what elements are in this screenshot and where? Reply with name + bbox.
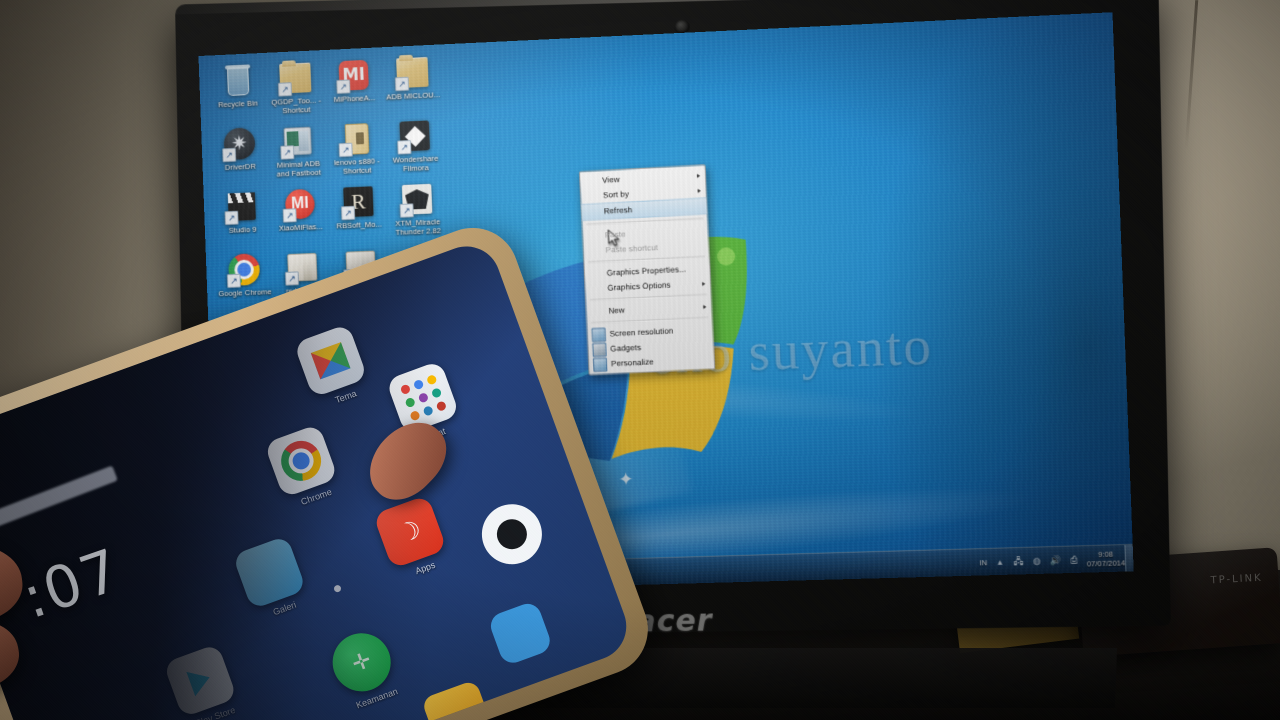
- chevron-right-icon: [697, 188, 701, 193]
- menu-item-label: Paste shortcut: [605, 243, 659, 255]
- chevron-up-icon[interactable]: ▴: [994, 556, 1006, 567]
- desktop-icon-label: DriverDR: [224, 161, 256, 172]
- shortcut-arrow-icon: ↗: [394, 76, 410, 92]
- show-desktop-button[interactable]: [1124, 544, 1134, 572]
- photo-scene: TP-LINK ✦ eko suyanto Recycle Bin ↗ QGDP…: [0, 0, 1280, 720]
- shortcut-arrow-icon: ↗: [277, 82, 293, 97]
- gear-icon: ✷ ↗: [222, 126, 256, 163]
- desktop-icon-label: QGDP_Too... - Shortcut: [271, 95, 322, 116]
- menu-item-label: Sort by: [602, 189, 630, 200]
- desktop-icon-label: Google Chrome: [218, 287, 272, 299]
- menu-item-label: Graphics Properties...: [606, 264, 687, 278]
- clock-date: 07/07/2014: [1086, 558, 1126, 569]
- desktop-icon-qgdp-tool[interactable]: ↗ QGDP_Too... - Shortcut: [267, 60, 325, 116]
- desktop-icon-label: MiPhoneA...: [333, 93, 376, 104]
- folder-icon: ↗: [277, 61, 312, 97]
- desktop-icon-label: XTM_Miracle Thunder 2.82: [395, 217, 442, 237]
- router-label: TP-LINK: [1210, 572, 1263, 587]
- menu-item-label: View: [602, 175, 621, 185]
- desktop-icon-studio-9[interactable]: ↗ Studio 9: [213, 189, 271, 244]
- chevron-right-icon: [703, 304, 707, 309]
- window-icon: ↗: [280, 124, 314, 160]
- language-indicator[interactable]: IN: [979, 558, 987, 567]
- system-tray[interactable]: IN ▴ 🖧 ◍ 🔊 ⎙ 9:08 07/07/2014: [979, 545, 1125, 575]
- menu-item-label: Paste: [604, 229, 626, 240]
- desktop-icon-label: Recycle Bin: [217, 98, 259, 110]
- shortcut-arrow-icon: ↗: [336, 79, 351, 94]
- removable-media-icon[interactable]: ⎙: [1068, 554, 1080, 565]
- personalize-icon: [592, 357, 608, 372]
- desktop-icon-label: XiaoMiFlas...: [278, 222, 323, 233]
- shortcut-arrow-icon: ↗: [226, 273, 241, 288]
- desktop-icon-google-chrome[interactable]: ↗ Google Chrome: [215, 252, 273, 307]
- desktop-icon-xiaomi-flash[interactable]: MI ↗ XiaoMiFlas...: [271, 186, 329, 242]
- wallpaper-sparkle: ✦: [618, 469, 634, 490]
- mi-logo-icon: MI ↗: [336, 58, 370, 94]
- lid-highlight: [175, 0, 1159, 15]
- desktop-icon-label: Wondershare Filmora: [392, 153, 439, 174]
- book-icon: ↗: [338, 121, 373, 158]
- gadget-icon: [592, 342, 607, 357]
- clock-time: 9:08: [1098, 549, 1114, 560]
- shortcut-arrow-icon: ↗: [340, 205, 356, 221]
- mi-logo-icon: MI ↗: [282, 187, 317, 223]
- monitor-icon: [591, 327, 606, 342]
- xtm-shield-icon: ↗: [399, 182, 435, 218]
- desktop-icon-driverdr[interactable]: ✷ ↗ DriverDR: [211, 126, 269, 182]
- letter-r-icon: R ↗: [340, 184, 375, 221]
- shortcut-arrow-icon: ↗: [280, 145, 295, 160]
- shortcut-arrow-icon: ↗: [399, 203, 414, 218]
- desktop-icon-miphoneassistant[interactable]: MI ↗ MiPhoneA...: [325, 57, 384, 113]
- desktop-icon-lenovo-s880[interactable]: ↗ lenovo s880 - Shortcut: [327, 120, 386, 176]
- shortcut-arrow-icon: ↗: [224, 210, 239, 226]
- desktop-icon-label: ADB MICLOU...: [386, 90, 441, 102]
- desktop-icon-label: RBSoft_Mo...: [336, 219, 383, 231]
- folder-icon: ↗: [284, 250, 319, 286]
- chevron-right-icon: [696, 173, 701, 178]
- desktop-icon-rbsoft[interactable]: R ↗ RBSoft_Mo...: [329, 184, 388, 240]
- clapperboard-icon: ↗: [224, 189, 259, 226]
- filmora-icon: ↗: [397, 118, 432, 155]
- menu-item-label: Screen resolution: [609, 326, 674, 339]
- shortcut-arrow-icon: ↗: [397, 140, 412, 155]
- recycle-bin-icon: [220, 63, 254, 98]
- menu-item-label: New: [608, 305, 625, 316]
- shortcut-arrow-icon: ↗: [222, 147, 237, 163]
- chevron-right-icon: [702, 281, 706, 286]
- desktop-icon-label: Minimal ADB and Fastboot: [276, 158, 322, 179]
- shortcut-arrow-icon: ↗: [338, 142, 353, 158]
- desktop-icon-recycle-bin[interactable]: Recycle Bin: [208, 63, 266, 119]
- desktop-icon-xtm-miracle-thunder[interactable]: ↗ XTM_Miracle Thunder 2.82: [388, 181, 447, 237]
- desktop-icon-label: Studio 9: [228, 224, 257, 235]
- desktop-icon-minimal-adb[interactable]: ↗ Minimal ADB and Fastboot: [269, 123, 327, 179]
- context-menu-item-new[interactable]: New: [586, 299, 711, 320]
- desktop-context-menu[interactable]: View Sort by Refresh Paste Paste shortcu…: [578, 164, 716, 376]
- chrome-icon: ↗: [226, 252, 261, 288]
- volume-icon[interactable]: 🔊: [1049, 555, 1061, 566]
- network-icon[interactable]: 🖧: [1013, 556, 1025, 567]
- desktop-icon-adb-micloud[interactable]: ↗ ADB MICLOU...: [383, 54, 442, 110]
- menu-item-label: Refresh: [603, 205, 633, 216]
- shortcut-arrow-icon: ↗: [282, 208, 297, 223]
- desktop-icon-label: lenovo s880 - Shortcut: [333, 156, 380, 176]
- menu-item-label: Gadgets: [610, 342, 642, 354]
- menu-item-label: Graphics Options: [607, 280, 671, 293]
- menu-item-label: Personalize: [610, 357, 655, 369]
- desktop-icon-wondershare-filmora[interactable]: ↗ Wondershare Filmora: [386, 118, 445, 174]
- folder-icon: ↗: [394, 55, 430, 92]
- taskbar-clock[interactable]: 9:08 07/07/2014: [1086, 549, 1126, 569]
- action-center-icon[interactable]: ◍: [1031, 555, 1043, 566]
- shortcut-arrow-icon: ↗: [284, 271, 300, 286]
